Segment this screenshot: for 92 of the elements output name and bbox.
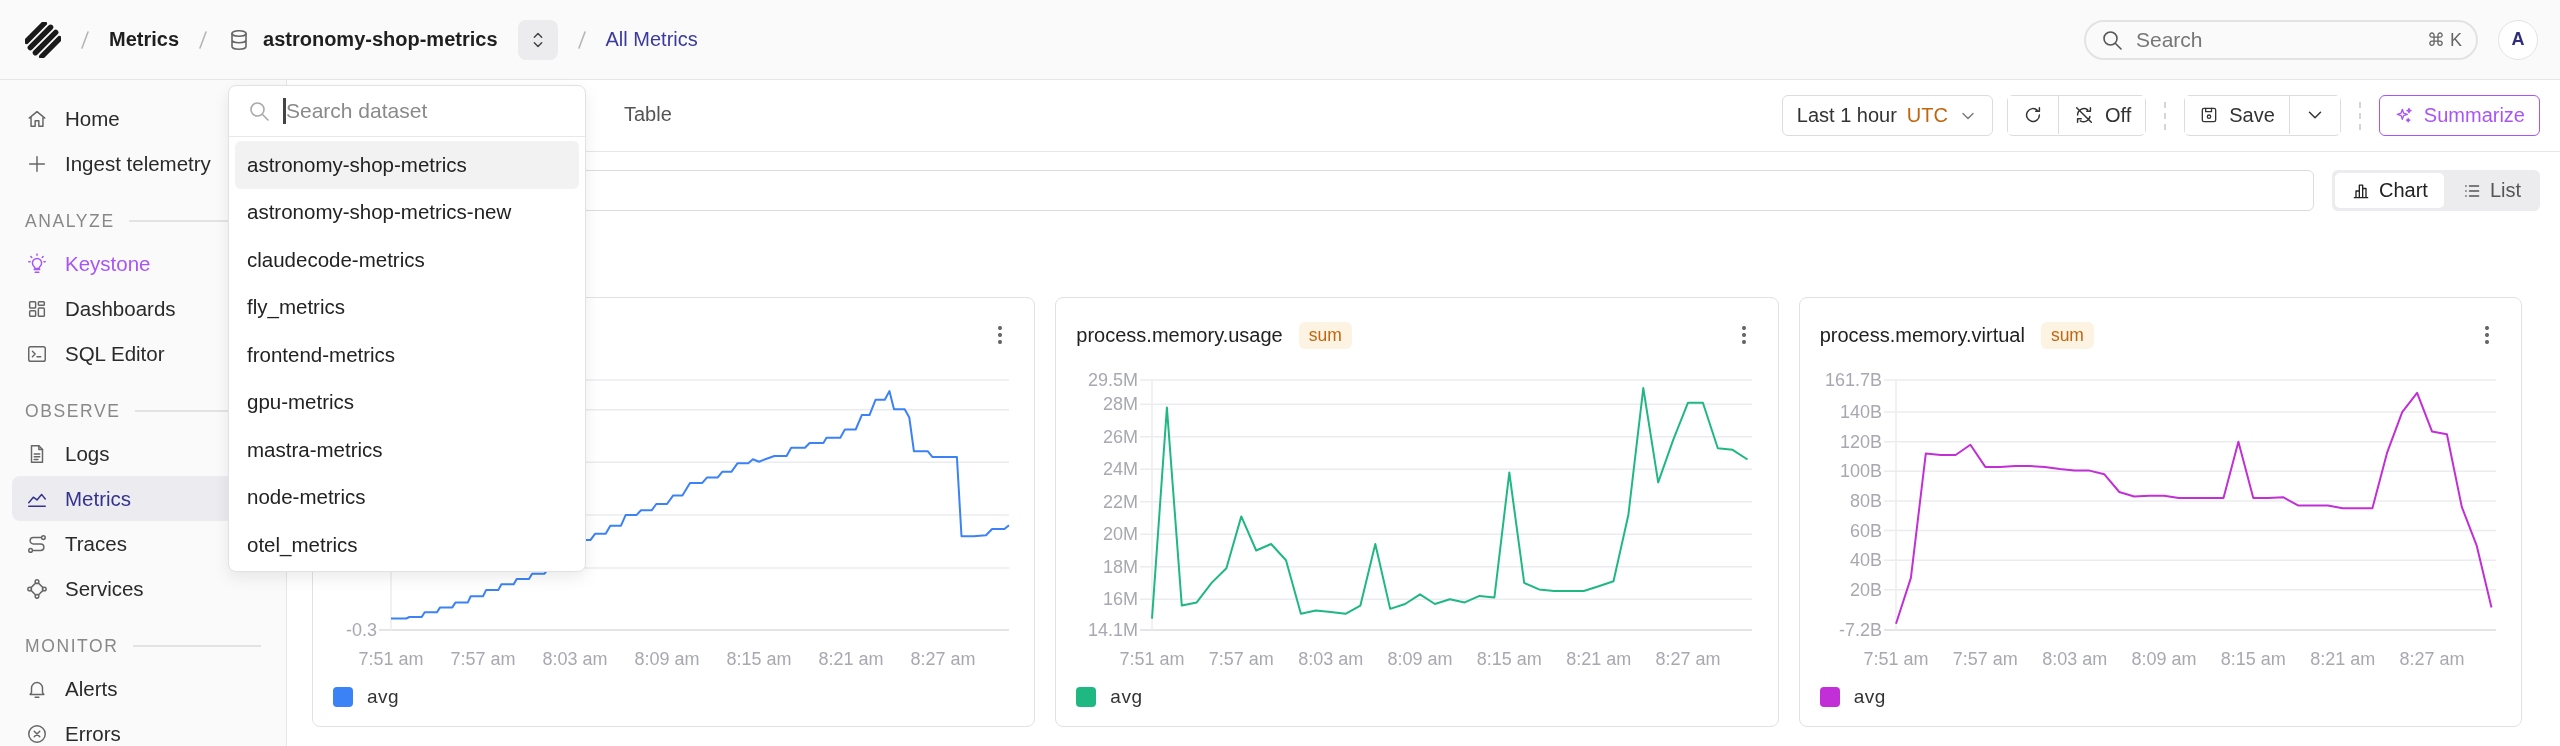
breadcrumb-separator [577,30,586,49]
axis-tick-label: 24M [1103,459,1139,480]
axis-tick-label: 20B [1849,579,1882,600]
legend-label: avg [367,686,400,708]
axis-tick-label: 7:51 am [1863,649,1929,669]
axis-tick-label: 140B [1839,402,1882,423]
dataset-option[interactable]: fly_metrics [235,283,579,331]
axis-tick-label: 8:03 am [542,649,608,669]
axis-tick-label: 7:57 am [1952,649,2018,669]
text-cursor [283,98,286,124]
nodes-icon [26,577,48,600]
axis-tick-label: 28M [1103,394,1139,415]
search-icon [247,99,271,123]
time-range-button[interactable]: Last 1 hour UTC [1781,95,1993,136]
metric-title: process.memory.usage [1076,323,1283,347]
axis-tick-label: 14.1M [1088,620,1139,640]
dataset-option[interactable]: mastra-metrics [235,426,579,474]
search-input[interactable]: Search [2136,27,2415,52]
axis-tick-label: 100B [1839,461,1882,482]
metric-title: process.memory.virtual [1819,323,2025,347]
axis-tick-label: 161.7B [1824,370,1882,390]
route-icon [26,532,48,555]
user-avatar[interactable]: A [2498,19,2538,60]
axis-tick-label: 120B [1839,431,1882,452]
axis-tick-label: 8:27 am [2399,649,2465,669]
search-bar[interactable]: Search ⌘ K [2084,19,2478,60]
dataset-option[interactable]: claudecode-metrics [235,236,579,284]
more-options-button[interactable] [1741,326,1746,344]
kebab-menu-icon [1741,326,1746,344]
dataset-option[interactable]: astronomy-shop-metrics-new [235,188,579,236]
logo[interactable] [25,21,61,58]
axis-tick-label: 8:09 am [634,649,700,669]
axis-tick-label: 80B [1849,490,1882,511]
axis-tick-label: 20M [1103,524,1139,545]
dataset-option[interactable]: otel_metrics [235,521,579,569]
aggregation-tag: sum [2040,321,2094,349]
more-options-button[interactable] [998,326,1003,344]
breadcrumb-separator [199,30,208,49]
dataset-option[interactable]: frontend-metrics [235,331,579,379]
dataset-option[interactable]: gpu-metrics [235,378,579,426]
axis-tick-label: 8:27 am [910,649,976,669]
kebab-menu-icon [2485,326,2489,344]
aggregation-tag: sum [1298,321,1352,349]
dataset-switcher-button[interactable] [517,19,558,60]
axis-tick-label: 8:09 am [2131,649,2197,669]
more-options-button[interactable] [2485,326,2489,344]
breadcrumb-current: All Metrics [605,28,698,51]
legend-label: avg [1110,686,1143,708]
x-circle-icon [26,722,48,745]
axis-tick-label: -0.3 [345,620,377,640]
section-heading: OBSERVE [25,400,121,422]
breadcrumb-link[interactable]: Metrics [109,28,180,51]
axis-tick-label: 8:15 am [2220,649,2286,669]
view-option[interactable]: List [2445,173,2537,208]
summarize-button[interactable]: Summarize [2378,95,2540,136]
section-heading: ANALYZE [25,210,115,232]
dataset-search-field[interactable]: Search dataset [229,86,585,137]
auto-refresh-button[interactable]: Off [2057,96,2146,134]
axis-tick-label: 8:03 am [2041,649,2107,669]
axis-tick-label: 29.5M [1088,370,1139,390]
sidebar-item[interactable]: Services [12,566,274,611]
axis-tick-label: 26M [1103,426,1139,447]
lightbulb-icon [26,252,48,275]
axis-tick-label: 18M [1103,556,1139,577]
axis-tick-label: 16M [1103,589,1139,610]
legend-label: avg [1853,686,1886,708]
axis-tick-label: 7:51 am [358,649,424,669]
axis-tick-label: 8:21 am [2309,649,2375,669]
dataset-name[interactable]: astronomy-shop-metrics [263,28,498,51]
kebab-menu-icon [998,326,1003,344]
view-option[interactable]: Chart [2334,173,2444,208]
axis-tick-label: -7.2B [1838,620,1882,640]
axis-tick-label: 8:27 am [1655,649,1721,669]
axis-tick-label: 22M [1103,491,1139,512]
section-heading: MONITOR [25,635,119,657]
axis-tick-label: 8:21 am [818,649,884,669]
axis-tick-label: 8:21 am [1566,649,1632,669]
breadcrumb-separator [81,30,89,49]
axis-tick-label: 8:09 am [1387,649,1453,669]
sidebar-item[interactable]: Errors [12,711,274,746]
axis-tick-label: 7:57 am [450,649,516,669]
axis-tick-label: 8:15 am [1477,649,1543,669]
axis-tick-label: 40B [1849,550,1882,571]
tab[interactable]: Table [624,95,672,136]
keyboard-shortcut: ⌘ K [2427,28,2462,51]
axis-tick-label: 8:03 am [1298,649,1364,669]
axis-tick-label: 60B [1849,520,1882,541]
axis-tick-label: 8:15 am [726,649,792,669]
dataset-option[interactable]: astronomy-shop-metrics [235,141,579,189]
axis-tick-label: 7:57 am [1209,649,1275,669]
sidebar-item[interactable]: Alerts [12,666,274,711]
axis-tick-label: 7:51 am [1119,649,1185,669]
